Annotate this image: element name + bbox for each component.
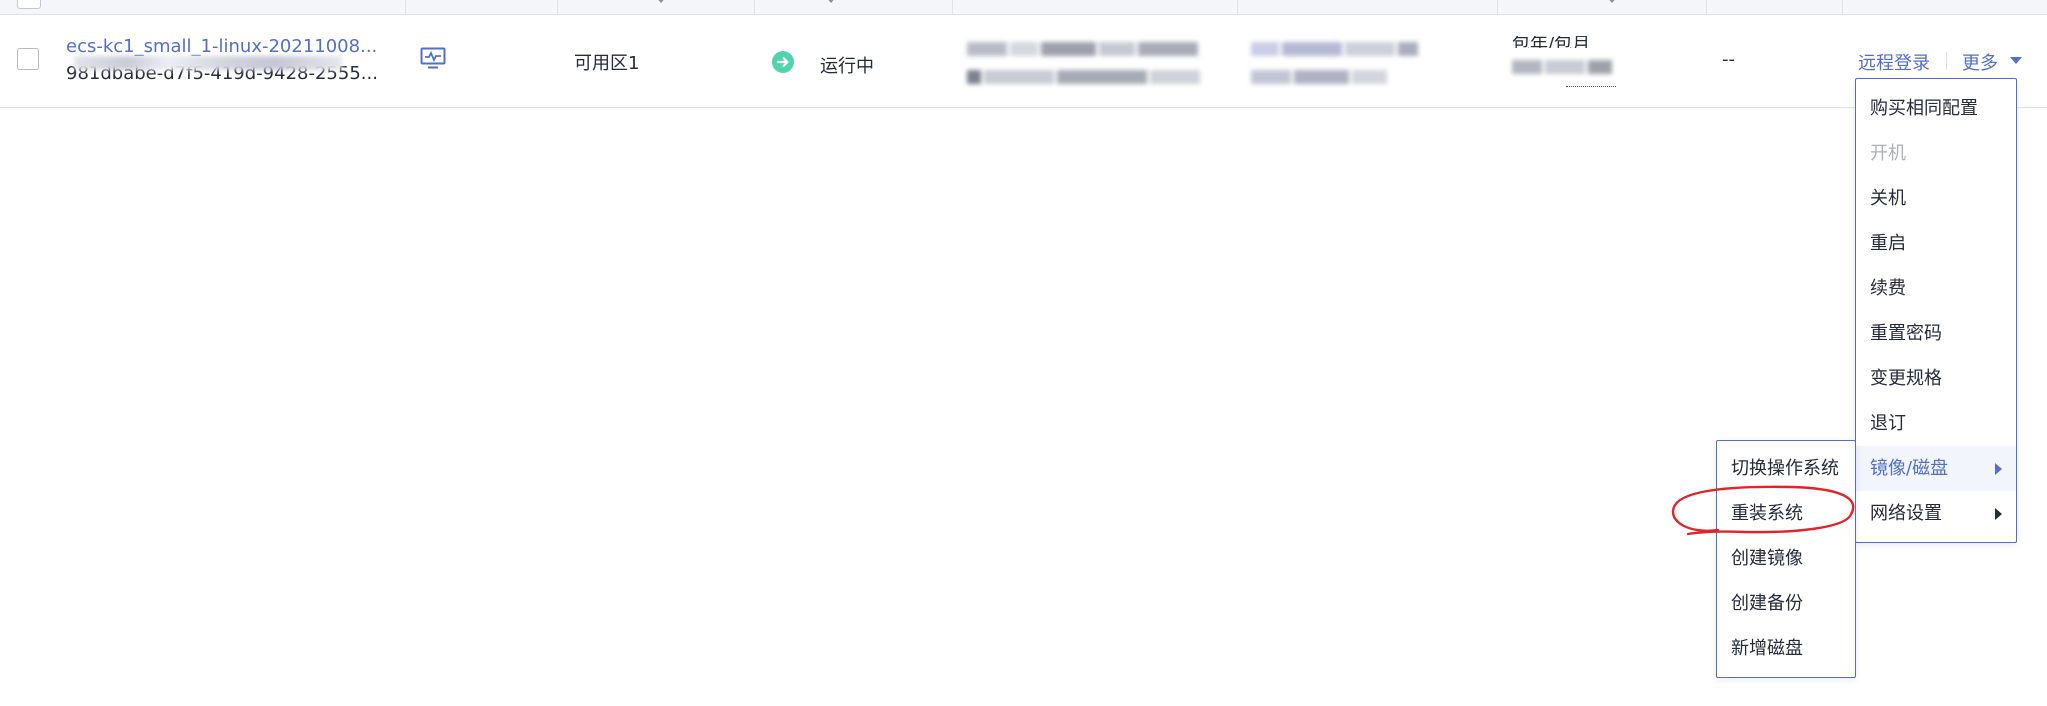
submenu-item-add-disk[interactable]: 新增磁盘 <box>1717 626 1855 671</box>
more-dropdown-menu: 购买相同配置 开机 关机 重启 续费 重置密码 变更规格 退订 镜像/磁盘 网络… <box>1855 78 2017 543</box>
sort-icon[interactable] <box>655 0 667 3</box>
menu-item-network-settings-label: 网络设置 <box>1870 503 1942 524</box>
submenu-item-reinstall-os[interactable]: 重装系统 <box>1717 491 1855 536</box>
sort-icon[interactable] <box>825 0 837 3</box>
column-divider <box>1842 0 1843 14</box>
redacted-ip-address <box>967 41 1222 84</box>
menu-item-unsubscribe[interactable]: 退订 <box>1856 401 2016 446</box>
column-divider <box>1237 0 1238 14</box>
column-divider <box>754 0 755 14</box>
row-checkbox[interactable] <box>17 48 39 70</box>
chevron-down-icon[interactable] <box>2010 57 2022 64</box>
column-divider <box>1706 0 1707 14</box>
menu-item-power-off[interactable]: 关机 <box>1856 176 2016 221</box>
menu-item-restart[interactable]: 重启 <box>1856 221 2016 266</box>
monitor-icon[interactable] <box>420 47 446 73</box>
submenu-item-create-backup[interactable]: 创建备份 <box>1717 581 1855 626</box>
billing-mode: 包年/包月 <box>1512 36 1591 48</box>
availability-zone: 可用区1 <box>574 53 640 74</box>
chevron-right-icon <box>1995 508 2002 520</box>
menu-item-renew[interactable]: 续费 <box>1856 266 2016 311</box>
menu-item-network-settings[interactable]: 网络设置 <box>1856 491 2016 536</box>
remote-login-link[interactable]: 远程登录 <box>1858 49 1930 75</box>
menu-item-reset-password[interactable]: 重置密码 <box>1856 311 2016 356</box>
redacted-text <box>74 56 342 70</box>
chevron-right-icon <box>1995 463 2002 475</box>
menu-item-image-disk[interactable]: 镜像/磁盘 <box>1856 446 2016 491</box>
enterprise-project: -- <box>1722 49 1735 70</box>
column-divider <box>557 0 558 14</box>
menu-item-buy-same-config[interactable]: 购买相同配置 <box>1856 86 2016 131</box>
instance-name-link[interactable]: ecs-kc1_small_1-linux-20211008... <box>66 36 377 57</box>
column-divider <box>952 0 953 14</box>
menu-item-change-spec[interactable]: 变更规格 <box>1856 356 2016 401</box>
status-text: 运行中 <box>820 56 874 77</box>
table-header <box>0 0 2047 15</box>
menu-item-power-on: 开机 <box>1870 143 1906 164</box>
redacted-billing-detail <box>1512 59 1616 81</box>
menu-item-image-disk-label: 镜像/磁盘 <box>1870 458 1949 479</box>
action-separator <box>1946 52 1947 70</box>
column-divider <box>1497 0 1498 14</box>
column-divider <box>405 0 406 14</box>
sort-icon[interactable] <box>1606 0 1618 3</box>
select-all-checkbox[interactable] <box>17 0 41 9</box>
submenu-item-switch-os[interactable]: 切换操作系统 <box>1717 446 1855 491</box>
redacted-specs <box>1251 41 1431 84</box>
tooltip-underline <box>1566 86 1616 87</box>
running-status-icon <box>771 50 795 78</box>
submenu-item-create-image[interactable]: 创建镜像 <box>1717 536 1855 581</box>
more-link[interactable]: 更多 <box>1962 49 1998 75</box>
image-disk-submenu: 切换操作系统 重装系统 创建镜像 创建备份 新增磁盘 <box>1716 440 1856 678</box>
